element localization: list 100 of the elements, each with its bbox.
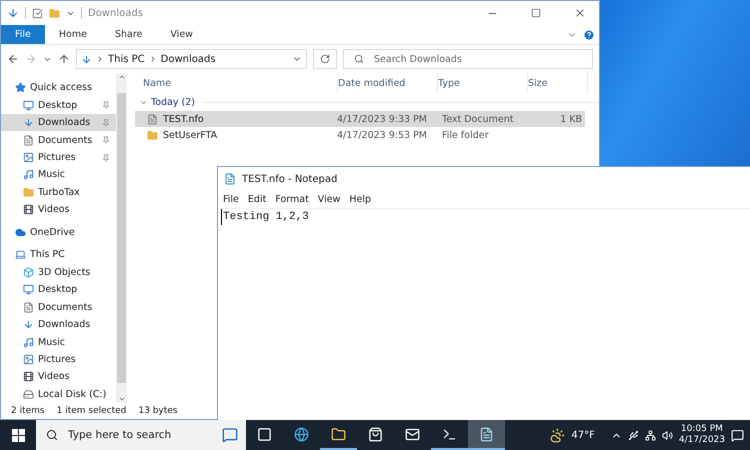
music-note-icon: [23, 336, 34, 348]
notifications-icon[interactable]: [731, 428, 744, 442]
nav-item[interactable]: Videos: [1, 201, 116, 219]
nav-item[interactable]: This PC: [1, 246, 116, 264]
file-row[interactable]: SetUserFTA 4/17/2023 9:53 PM File folder: [135, 127, 585, 143]
search-icon: [46, 429, 58, 441]
weather-icon[interactable]: [550, 428, 566, 442]
document-icon: [23, 134, 34, 146]
nav-item[interactable]: Local Disk (C:): [1, 386, 116, 404]
status-text: 2 items: [11, 406, 45, 416]
film-icon: [23, 371, 34, 382]
temperature[interactable]: 47°F: [571, 430, 595, 440]
column-header[interactable]: Size: [528, 73, 588, 93]
usb-icon[interactable]: [628, 430, 639, 440]
file-type: File folder: [442, 130, 490, 140]
refresh-button[interactable]: [313, 49, 337, 69]
cube-icon: [23, 266, 34, 278]
nav-item[interactable]: Downloads: [1, 316, 116, 334]
mail-icon: [405, 426, 420, 442]
drive-icon: [23, 388, 34, 400]
nav-item[interactable]: Music: [1, 166, 116, 184]
menu-item[interactable]: Edit: [248, 194, 266, 205]
nav-item[interactable]: Documents: [1, 131, 116, 149]
nav-item[interactable]: 3D Objects: [1, 264, 116, 281]
speaker-icon[interactable]: [662, 430, 673, 440]
terminal-icon: [442, 426, 457, 442]
breadcrumb[interactable]: This PC: [108, 54, 145, 64]
status-text: 13 bytes: [138, 406, 178, 416]
nav-item[interactable]: Pictures: [1, 350, 116, 368]
scrollbar[interactable]: [116, 73, 127, 403]
notepad-icon: [224, 173, 236, 185]
nav-item[interactable]: Pictures: [1, 148, 116, 166]
file-name: TEST.nfo: [163, 114, 204, 124]
nav-item[interactable]: Desktop: [1, 280, 116, 298]
nav-item[interactable]: Downloads: [1, 114, 116, 132]
network-icon[interactable]: [644, 430, 656, 440]
maximize-icon: [531, 8, 541, 18]
text-content[interactable]: Testing 1,2,3: [221, 209, 312, 225]
column-header[interactable]: Type: [438, 73, 528, 93]
folder-icon: [331, 426, 346, 442]
nav-item[interactable]: Desktop: [1, 96, 116, 114]
file-row[interactable]: TEST.nfo 4/17/2023 9:33 PM Text Document 1 KB: [135, 111, 585, 127]
column-header[interactable]: Date modified: [338, 73, 438, 93]
monitor-icon: [23, 284, 34, 296]
nav-item[interactable]: Documents: [1, 298, 116, 316]
download-arrow-icon: [81, 54, 92, 64]
folder-icon: [147, 130, 158, 140]
folder-icon: [23, 186, 34, 198]
monitor-icon: [23, 100, 34, 111]
scroll-down-icon[interactable]: [118, 395, 126, 403]
menu-item[interactable]: View: [318, 194, 340, 205]
picture-icon: [23, 152, 34, 164]
column-header[interactable]: Name: [143, 73, 338, 93]
clock[interactable]: 10:05 PM 4/17/2023: [678, 424, 725, 446]
nav-item[interactable]: Videos: [1, 368, 116, 386]
scroll-up-icon[interactable]: [118, 73, 126, 81]
computer-icon: [15, 249, 26, 260]
windows-logo-icon: [12, 428, 24, 442]
film-icon: [23, 204, 34, 216]
file-name: SetUserFTA: [163, 130, 218, 140]
ribbon-tab[interactable]: Home: [44, 25, 101, 44]
breadcrumb[interactable]: Downloads: [160, 54, 216, 64]
task-view-icon: [257, 426, 272, 442]
status-text: 1 item selected: [56, 406, 126, 416]
document-icon: [147, 114, 158, 124]
address-bar[interactable]: This PC Downloads: [76, 49, 307, 69]
download-arrow-icon: [23, 117, 34, 128]
star-icon: [15, 82, 26, 94]
picture-icon: [23, 354, 34, 365]
group-label: Today (2): [151, 96, 195, 108]
file-date: 4/17/2023 9:53 PM: [337, 130, 428, 140]
window-title: TEST.nfo - Notepad: [242, 174, 338, 184]
nav-item[interactable]: TurboTax: [1, 184, 116, 202]
close-icon: [574, 7, 586, 19]
music-note-icon: [23, 169, 34, 180]
speech-bubble-icon[interactable]: [222, 427, 238, 443]
ribbon-tab[interactable]: File: [1, 25, 45, 44]
notepad-icon: [479, 426, 494, 442]
nav-item[interactable]: Quick access: [1, 79, 116, 96]
chevron-icon: [96, 55, 104, 63]
nav-item[interactable]: OneDrive: [1, 224, 116, 242]
menu-item[interactable]: File: [223, 194, 239, 205]
back-arrow-icon[interactable]: [7, 53, 19, 65]
cloud-icon: [15, 226, 26, 238]
refresh-icon: [320, 54, 330, 64]
taskbar-search-field[interactable]: Type here to search: [36, 420, 246, 450]
document-icon: [23, 302, 34, 313]
nav-item[interactable]: Music: [1, 333, 116, 351]
search-icon: [354, 54, 364, 64]
file-date: 4/17/2023 9:33 PM: [337, 114, 428, 124]
file-type: Text Document: [442, 114, 514, 124]
up-arrow-icon[interactable]: [58, 53, 70, 65]
ribbon-tab[interactable]: View: [156, 25, 207, 44]
help-icon[interactable]: [583, 28, 595, 40]
menu-item[interactable]: Format: [275, 194, 309, 205]
menu-item[interactable]: Help: [349, 194, 372, 205]
ribbon-tab[interactable]: Share: [100, 25, 156, 44]
download-arrow-icon: [23, 319, 34, 330]
search-field[interactable]: Search Downloads: [343, 49, 593, 69]
properties-icon[interactable]: [32, 8, 43, 18]
